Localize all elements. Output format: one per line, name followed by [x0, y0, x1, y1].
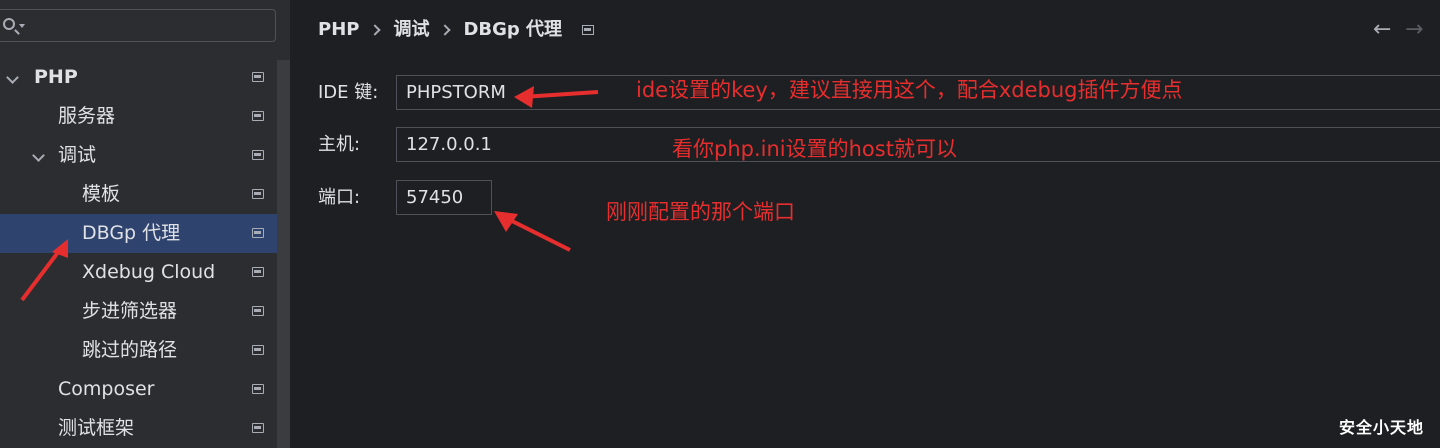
sidebar-item[interactable]: 调试: [0, 136, 290, 175]
sidebar-item[interactable]: 模板: [0, 175, 290, 214]
host-label: 主机:: [318, 134, 361, 155]
ide-key-label: IDE 键:: [318, 82, 379, 103]
sidebar-item-label: 跳过的路径: [82, 339, 178, 361]
sidebar-item[interactable]: 跳过的路径: [0, 331, 290, 370]
project-icon: [252, 345, 264, 355]
watermark: 安全小天地: [1338, 418, 1424, 437]
chevron-down-icon[interactable]: [6, 71, 19, 84]
sidebar-item-label: 调试: [58, 144, 97, 166]
sidebar-item[interactable]: PHP: [0, 58, 290, 97]
project-icon: [252, 72, 264, 82]
settings-window: PHP 服务器 调试 模板 DBGp 代理 Xdebug Cloud 步进筛选器 跳过的路径 C…: [0, 0, 1440, 448]
sidebar-item[interactable]: DBGp 代理: [0, 214, 290, 253]
chevron-right-icon: [369, 24, 382, 36]
project-icon: [252, 384, 264, 394]
search-icon: [3, 18, 15, 30]
port-field[interactable]: 57450: [396, 180, 492, 215]
annotation-ide-key: ide设置的key，建议直接用这个，配合xdebug插件方便点: [636, 78, 1183, 102]
settings-search-input[interactable]: [0, 9, 276, 42]
project-icon: [252, 150, 264, 160]
sidebar-item[interactable]: Xdebug Cloud: [0, 253, 290, 292]
sidebar-item[interactable]: 测试框架: [0, 409, 290, 448]
breadcrumb-item-php[interactable]: PHP: [318, 16, 359, 44]
annotation-port: 刚刚配置的那个端口: [606, 200, 795, 224]
sidebar-item-label: 步进筛选器: [82, 300, 178, 322]
sidebar-item[interactable]: 服务器: [0, 97, 290, 136]
project-icon: [252, 423, 264, 433]
project-icon: [252, 189, 264, 199]
settings-sidebar: PHP 服务器调试模板 DBGp 代理 Xdebug Cloud 步进筛选器跳过的路径 C…: [0, 0, 290, 448]
project-icon: [252, 228, 264, 238]
breadcrumb: PHP 调试 DBGp 代理: [318, 16, 595, 44]
sidebar-item-label: Xdebug Cloud: [82, 261, 216, 283]
sidebar-item-label: PHP: [34, 66, 78, 88]
port-label: 端口:: [318, 187, 361, 208]
chevron-right-icon: [439, 24, 452, 36]
sidebar-item-label: DBGp 代理: [82, 222, 181, 244]
sidebar-item-label: Composer: [58, 378, 155, 400]
breadcrumb-item-debug[interactable]: 调试: [393, 16, 429, 44]
project-icon: [252, 111, 264, 121]
project-icon: [252, 306, 264, 316]
annotation-host: 看你php.ini设置的host就可以: [672, 137, 957, 161]
sidebar-item-label: 服务器: [58, 105, 116, 127]
sidebar-item-label: 测试框架: [58, 417, 135, 439]
back-button[interactable]: ←: [1373, 18, 1391, 42]
forward-button[interactable]: →: [1405, 18, 1423, 42]
project-icon: [582, 25, 595, 35]
settings-main-panel: PHP 调试 DBGp 代理 ← → IDE 键: PHPSTORM 主机: 1…: [290, 0, 1440, 448]
sidebar-scrollbar[interactable]: [277, 60, 290, 448]
chevron-down-icon[interactable]: [19, 24, 25, 28]
sidebar-item-label: 模板: [82, 183, 121, 205]
chevron-down-icon[interactable]: [32, 149, 45, 162]
sidebar-item[interactable]: 步进筛选器: [0, 292, 290, 331]
breadcrumb-item-dbgp-proxy: DBGp 代理: [463, 19, 563, 40]
project-icon: [252, 267, 264, 277]
sidebar-item[interactable]: Composer: [0, 370, 290, 409]
